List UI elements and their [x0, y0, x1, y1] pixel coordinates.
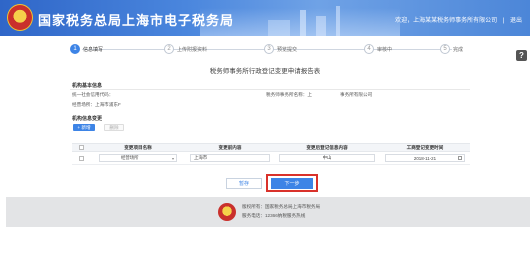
column-header: 变更项目名称: [124, 144, 152, 150]
site-footer: 版权所有：国家税务总局上海市税务局 服务电话：12366纳税服务热线: [6, 197, 530, 227]
select-all-checkbox[interactable]: [78, 145, 84, 150]
step-label: 上传附报资料: [177, 46, 208, 53]
step-2: 2 上传附报资料: [164, 44, 207, 54]
step-5: 5 完成: [440, 44, 463, 54]
change-date-cell: 2018-11-21: [380, 154, 470, 162]
step-label: 预览提交: [277, 46, 298, 53]
after-content-value: 中山: [322, 155, 332, 160]
header-skyline: [316, 16, 326, 36]
change-date-value: 2018-11-21: [413, 155, 437, 161]
after-content-cell: 中山: [274, 154, 380, 162]
step-number: 3: [264, 44, 274, 54]
table-row: 经营场所 ▾ 上海市 中山 2018-11-21: [72, 152, 470, 165]
site-title: 国家税务总局上海市电子税务局: [38, 13, 235, 28]
credit-code-label: 统一社会信用代码：: [72, 92, 114, 97]
change-item-select[interactable]: 经营场所 ▾: [99, 154, 177, 162]
service-phone-text: 服务电话：12366纳税服务热线: [242, 213, 306, 218]
step-number: 5: [440, 44, 450, 54]
step-label: 信息填写: [83, 46, 104, 53]
after-content-input[interactable]: 中山: [279, 154, 375, 162]
change-item-value: 经营场所: [121, 155, 139, 160]
next-button-highlight: 下一步: [266, 174, 318, 192]
add-row-button[interactable]: + 新增: [73, 124, 95, 131]
business-address-label: 经营场所：上海市浦东F: [72, 102, 121, 107]
firm-name-value: 事务所有限公司: [340, 92, 373, 97]
tax-emblem-icon: [7, 4, 33, 31]
firm-name-label: 税务师事务所名称：上: [266, 92, 312, 97]
divider: [70, 89, 470, 90]
step-label: 完成: [453, 46, 464, 53]
progress-steps: 1 信息填写 2 上传附报资料 3 预览提交 4 审核中 5 完成: [70, 44, 470, 56]
before-content-cell: 上海市: [186, 154, 274, 162]
before-content-value: 上海市: [194, 155, 208, 160]
header-skyline: [336, 6, 340, 36]
chevron-down-icon: ▾: [171, 155, 174, 161]
step-number: 4: [364, 44, 374, 54]
row-select-cell: [72, 155, 90, 161]
copyright-text: 版权所有：国家税务总局上海市税务局: [242, 204, 321, 209]
step-1: 1 信息填写: [70, 44, 103, 54]
change-item-cell: 经营场所 ▾: [90, 154, 186, 162]
change-date-input[interactable]: 2018-11-21: [385, 154, 465, 162]
row-checkbox[interactable]: [78, 155, 84, 161]
before-content-field: 上海市: [190, 154, 270, 162]
header-skyline: [268, 20, 290, 36]
tax-emblem-icon: [218, 203, 236, 221]
step-4: 4 审核中: [364, 44, 392, 54]
divider: |: [502, 18, 505, 24]
step-3: 3 预览提交: [264, 44, 297, 54]
site-header: 国家税务总局上海市电子税务局 欢迎，上海某某税务师事务所有限公司 | 退出: [0, 0, 530, 36]
basic-info-heading: 机构基本信息: [72, 83, 103, 89]
welcome-text: 欢迎，上海某某税务师事务所有限公司: [395, 18, 498, 24]
calendar-icon[interactable]: [458, 156, 462, 160]
user-area: 欢迎，上海某某税务师事务所有限公司 | 退出: [395, 15, 522, 24]
step-label: 审核中: [377, 46, 393, 53]
header-skyline: [300, 10, 306, 36]
form-title: 税务师事务所行政登记变更申请报告表: [209, 68, 321, 75]
next-step-button[interactable]: 下一步: [271, 178, 313, 189]
change-info-heading: 机构信息变更: [72, 116, 103, 122]
delete-row-button[interactable]: 删除: [104, 124, 124, 131]
select-all-cell: [72, 144, 90, 151]
step-number: 2: [164, 44, 174, 54]
column-header: 工商登记变更时间: [406, 144, 444, 150]
change-table: 变更项目名称 变更前内容 变更后登记信息内容 工商登记变更时间 经营场所 ▾ 上…: [72, 143, 470, 165]
column-header: 变更前内容: [218, 144, 242, 150]
logout-link[interactable]: 退出: [510, 18, 522, 24]
table-header: 变更项目名称 变更前内容 变更后登记信息内容 工商登记变更时间: [72, 143, 470, 152]
step-number: 1: [70, 44, 80, 54]
help-button[interactable]: ?: [516, 50, 527, 61]
save-draft-button[interactable]: 暂存: [226, 178, 262, 189]
column-header: 变更后登记信息内容: [306, 144, 348, 150]
